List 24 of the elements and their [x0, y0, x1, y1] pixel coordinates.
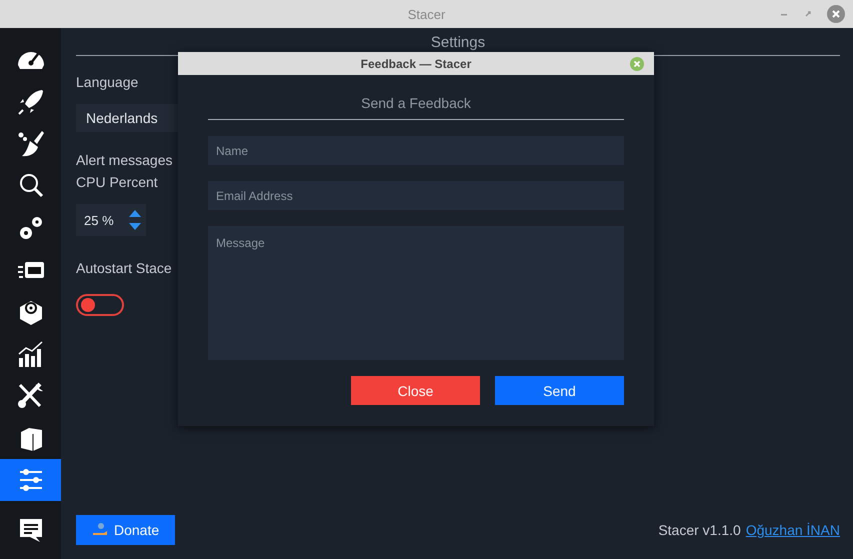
version-text: Stacer v1.1.0	[658, 522, 741, 538]
rocket-icon	[16, 87, 46, 117]
email-field[interactable]: Email Address	[208, 181, 624, 210]
close-button[interactable]: Close	[351, 376, 480, 405]
close-icon[interactable]	[827, 5, 845, 23]
cpu-percent-label: CPU Percent	[76, 174, 158, 190]
author-link[interactable]: Oğuzhan İNAN	[746, 522, 840, 538]
tools-icon	[16, 381, 46, 411]
alert-messages-label: Alert messages	[76, 152, 172, 168]
donate-button[interactable]: Donate	[76, 515, 176, 545]
language-dropdown[interactable]: Nederlands	[76, 104, 180, 132]
bar-chart-icon	[16, 339, 46, 369]
name-field[interactable]: Name	[208, 136, 624, 165]
dialog-title: Feedback — Stacer	[360, 56, 472, 70]
language-label: Language	[76, 74, 138, 90]
settings-title: Settings	[430, 34, 486, 51]
broom-icon	[16, 129, 46, 159]
send-button[interactable]: Send	[495, 376, 624, 405]
cpu-percent-spinbox[interactable]: 25 %	[76, 204, 146, 236]
autostart-label: Autostart Stace	[76, 260, 172, 276]
dialog-heading: Send a Feedback	[360, 95, 472, 111]
autostart-toggle[interactable]	[76, 294, 124, 316]
message-field[interactable]: Message	[208, 226, 624, 360]
window-title: Stacer	[408, 6, 446, 22]
